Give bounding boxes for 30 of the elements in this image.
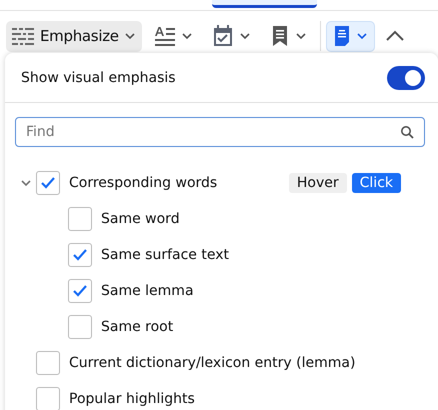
text-format-icon xyxy=(154,25,176,47)
checkbox[interactable] xyxy=(36,171,60,195)
toggle-switch[interactable] xyxy=(387,66,425,90)
option-label: Popular highlights xyxy=(69,391,195,407)
emphasis-list-icon xyxy=(11,26,35,46)
check-icon xyxy=(40,176,56,190)
calendar-check-icon xyxy=(212,25,234,47)
checkbox[interactable] xyxy=(36,351,60,375)
option-label: Corresponding words xyxy=(69,175,218,191)
checkbox[interactable] xyxy=(68,315,92,339)
check-icon xyxy=(72,248,88,262)
chevron-up-icon xyxy=(384,30,405,42)
search-icon xyxy=(400,125,414,139)
mode-button[interactable]: Click xyxy=(352,173,401,193)
option-label: Same root xyxy=(101,319,174,335)
checkbox[interactable] xyxy=(68,207,92,231)
option-label: Same word xyxy=(101,211,180,227)
option-label: Same surface text xyxy=(101,247,229,263)
check-icon xyxy=(72,284,88,298)
document-icon xyxy=(332,25,351,47)
toggle-label: Show visual emphasis xyxy=(21,70,176,86)
emphasize-button[interactable]: Emphasize xyxy=(6,20,142,52)
checkbox[interactable] xyxy=(68,279,92,303)
toolbar-dropdown-button[interactable] xyxy=(326,20,375,52)
checkbox[interactable] xyxy=(68,243,92,267)
mode-button[interactable]: Hover xyxy=(288,173,347,193)
option-label: Current dictionary/lexicon entry (lemma) xyxy=(69,355,356,371)
option-label: Same lemma xyxy=(101,283,194,299)
checkbox[interactable] xyxy=(36,387,60,410)
search-field[interactable]: Find xyxy=(15,117,425,147)
